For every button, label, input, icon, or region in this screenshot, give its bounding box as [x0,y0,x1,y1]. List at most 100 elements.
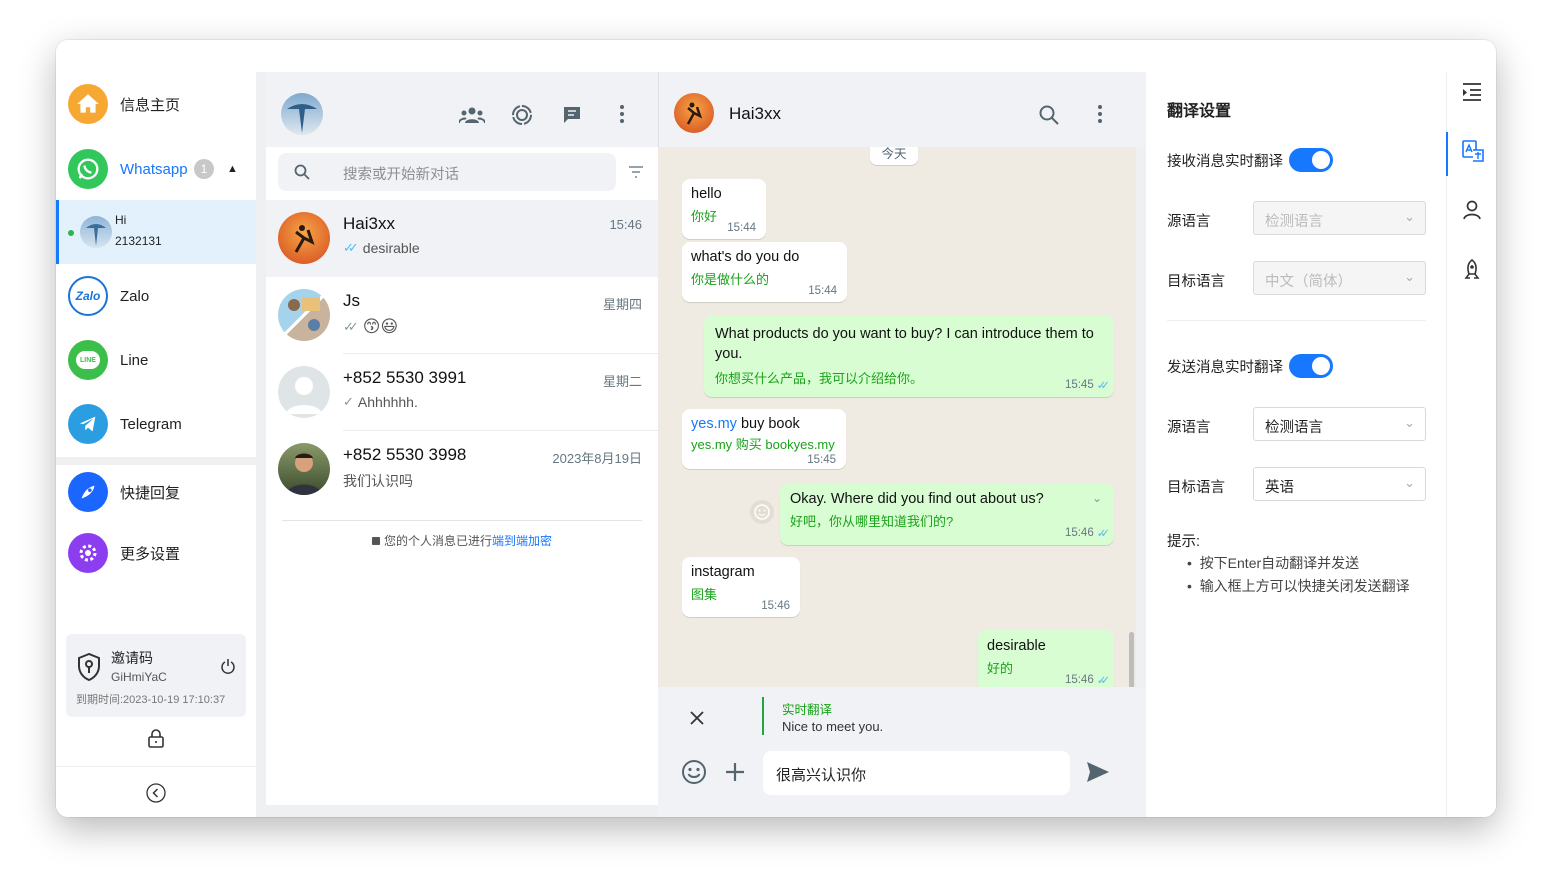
invite-code: GiHmiYaC [111,670,167,684]
community-icon[interactable] [459,105,485,125]
message-status: 15:46 ✓✓ [1065,673,1110,687]
send-icon[interactable] [1086,761,1110,783]
message-bubble[interactable]: desirable 好的 15:46 ✓✓ [978,630,1114,687]
sidebar-item-more-settings[interactable]: 更多设置 [56,531,256,575]
message-scrollbar[interactable] [1129,632,1134,687]
sidebar-item-zalo[interactable]: Zalo Zalo [56,274,256,318]
message-bubble[interactable]: yes.my buy book yes.my 购买 bookyes.my 15:… [682,409,846,469]
translate-icon[interactable] [1462,140,1484,162]
search-box[interactable]: 搜索或开始新对话 [278,153,616,191]
message-link[interactable]: yes.my [691,416,737,432]
search-icon[interactable] [1039,105,1059,125]
send-source-label: 源语言 [1167,420,1211,436]
message-text: what's do you do [691,249,800,265]
message-time: 15:45 [1064,379,1094,391]
send-source-select[interactable]: 检测语言 ⌄ [1253,407,1426,441]
send-target-select[interactable]: 英语 ⌄ [1253,467,1426,501]
zalo-logo-text: Zalo [75,289,101,303]
chat-name: Js [343,291,360,310]
my-avatar[interactable] [281,93,323,135]
sidebar-item-label: Telegram [120,415,182,433]
double-check-icon: ✓✓ [1096,528,1111,540]
menu-icon[interactable] [1097,104,1103,124]
divider [56,457,256,465]
message-translation: 好吧，你从哪里知道我们的? [790,514,954,529]
encryption-link[interactable]: 端到端加密 [492,534,552,548]
panel-title: 翻译设置 [1167,103,1232,120]
new-chat-icon[interactable] [562,105,582,125]
invite-expiry: 到期时间:2023-10-19 17:10:37 [76,694,226,706]
account-item[interactable]: Hi 2132131 [56,200,256,264]
message-translation: yes.my 购买 bookyes.my [691,437,835,452]
message-time: 15:45 [807,454,836,466]
chevron-down-icon[interactable]: ⌄ [1092,491,1102,505]
double-check-icon: ✓✓ [1096,380,1111,392]
rocket-icon[interactable] [1463,259,1481,281]
double-check-icon: ✓✓ [343,240,359,255]
chat-list-item[interactable]: +852 5530 3991 星期二 ✓ Ahhhhhh. [266,354,658,431]
send-translate-toggle[interactable] [1289,354,1333,378]
message-bubble[interactable]: instagram 图集 15:46 [682,557,800,617]
chevron-up-icon[interactable]: ▲ [227,163,238,175]
attach-plus-icon[interactable] [724,761,746,783]
lock-icon[interactable] [147,728,165,748]
collapse-sidebar-icon[interactable] [146,783,166,803]
contact-name[interactable]: Hai3xx [729,104,781,124]
user-icon[interactable] [1463,200,1481,220]
sidebar-item-telegram[interactable]: Telegram [56,402,256,446]
search-input[interactable]: 搜索或开始新对话 [343,163,459,184]
message-text: yes.my buy book [691,416,837,432]
online-status-dot [68,230,74,236]
chat-list-pane: 搜索或开始新对话 Hai3xx 15:46 ✓✓ desirable Js 星期四… [256,72,658,817]
message-time: 15:46 [1064,527,1094,539]
select-value: 检测语言 [1265,214,1323,230]
message-text-rest: buy book [736,416,800,432]
search-icon [294,164,310,180]
sidebar-item-line[interactable]: LINE Line [56,338,256,382]
encryption-text: 您的个人消息已进行 [383,534,492,548]
chat-list-item[interactable]: Hai3xx 15:46 ✓✓ desirable [266,200,658,277]
receive-source-label: 源语言 [1167,214,1211,230]
invite-title: 邀请码 [111,650,153,666]
chat-preview: ✓ Ahhhhhh. [343,394,418,410]
message-input[interactable]: 很高兴认识你 [763,751,1070,795]
message-bubble[interactable]: Okay. Where did you find out about us? 好… [780,483,1114,545]
sidebar-item-home[interactable]: 信息主页 [56,82,256,126]
chat-list-item[interactable]: Js 星期四 ✓✓ 😙😃 [266,277,658,354]
emoji-react-icon[interactable] [750,500,774,524]
receive-translate-toggle[interactable] [1289,148,1333,172]
power-icon[interactable] [220,658,236,674]
sidebar-item-label: Zalo [120,287,150,305]
gear-icon [68,533,108,573]
conversation-header: Hai3xx [658,72,1146,147]
indent-menu-icon[interactable] [1462,83,1482,101]
message-bubble[interactable]: hello 你好 15:44 [682,179,766,239]
small-lock-icon [371,537,380,545]
whatsapp-icon [68,149,108,189]
chat-name: Hai3xx [343,214,395,233]
message-translation: 你想买什么产品，我可以介绍给你。 [715,371,924,386]
chat-preview: 我们认识吗 [343,471,413,491]
unread-badge: 1 [194,159,214,179]
tip-text: 按下Enter自动翻译并发送 [1199,555,1360,571]
message-text: desirable [987,638,1046,654]
receive-translate-label: 接收消息实时翻译 [1167,154,1283,170]
close-icon[interactable] [690,711,704,725]
emoji-icon[interactable] [681,759,707,785]
contact-avatar[interactable] [674,93,714,133]
message-bubble[interactable]: what's do you do 你是做什么的 15:44 [682,242,847,302]
zalo-icon: Zalo [68,276,108,316]
sidebar-item-label: Line [120,351,149,369]
sidebar-item-quick-reply[interactable]: 快捷回复 [56,470,256,514]
select-value: 检测语言 [1265,420,1323,436]
filter-icon[interactable] [628,165,644,179]
divider [1167,320,1426,321]
tips-title: 提示: [1167,534,1201,550]
sidebar-item-whatsapp[interactable]: Whatsapp 1 ▲ [56,147,256,191]
message-bubble[interactable]: What products do you want to buy? I can … [704,315,1114,397]
menu-icon[interactable] [619,104,625,124]
chat-name: +852 5530 3998 [343,445,467,464]
chat-list-item[interactable]: +852 5530 3998 2023年8月19日 我们认识吗 [266,431,658,508]
sidebar-item-label: 快捷回复 [120,484,181,502]
status-icon[interactable] [511,104,533,126]
